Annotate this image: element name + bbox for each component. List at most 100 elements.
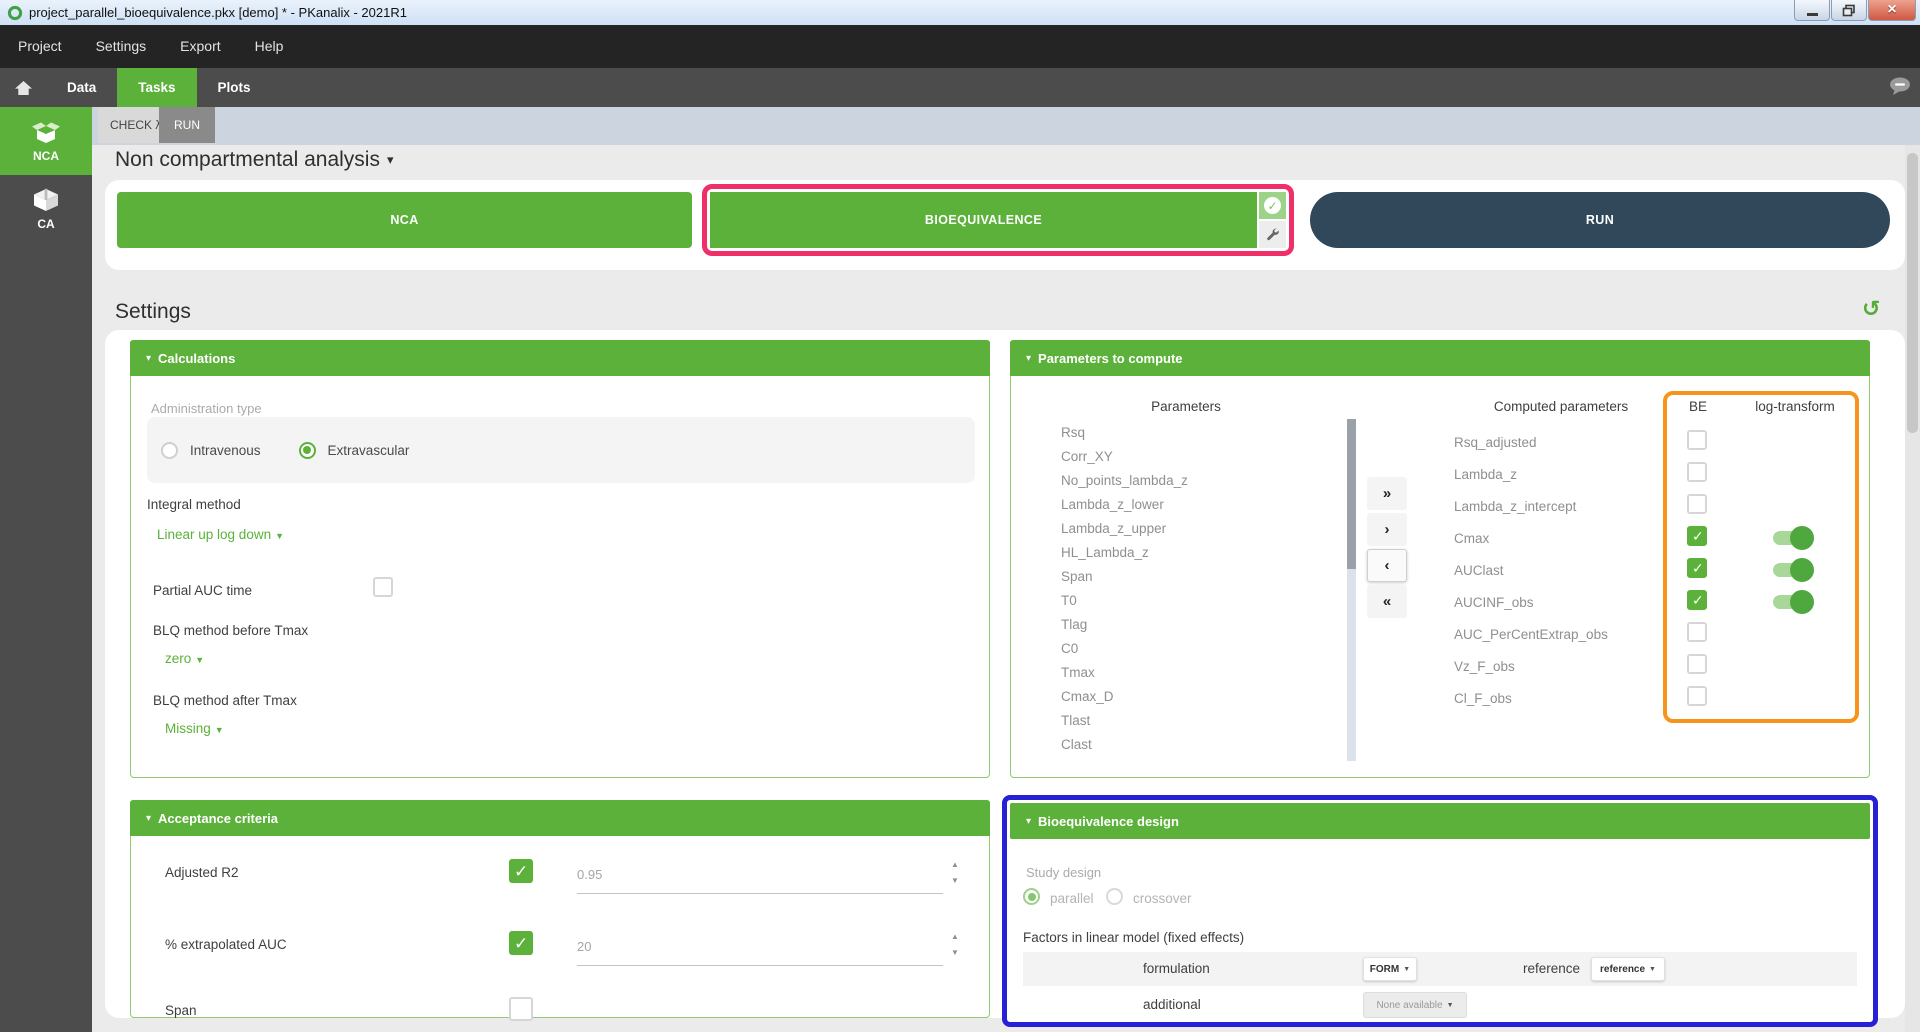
additional-dropdown[interactable]: None available▼ [1363,992,1467,1018]
be-checkbox[interactable] [1687,654,1707,674]
computed-parameter-name[interactable]: Lambda_z_intercept [1454,499,1576,514]
sidebar-item-nca[interactable]: NCA [0,107,92,175]
list-item[interactable]: Lambda_z_lower [1061,493,1188,517]
radio-parallel[interactable] [1023,888,1040,905]
be-checkbox[interactable] [1687,526,1707,546]
reset-settings-icon[interactable]: ↺ [1862,296,1880,322]
list-item[interactable]: Cmax_D [1061,685,1188,709]
page-scrollbar-thumb[interactable] [1907,153,1918,433]
bioequivalence-settings-button[interactable] [1259,221,1286,248]
computed-parameter-name[interactable]: AUClast [1454,563,1504,578]
bioequivalence-task-button[interactable]: BIOEQUIVALENCE [710,192,1257,248]
log-transform-toggle[interactable] [1773,563,1811,577]
subtab-run[interactable]: RUN [159,107,215,143]
adjusted-r2-value-input[interactable]: 0.95 [577,867,602,882]
menu-help[interactable]: Help [238,25,301,68]
chevron-down-icon: ▼ [1403,966,1410,973]
be-checkbox[interactable] [1687,462,1707,482]
be-checkbox[interactable] [1687,686,1707,706]
extrapolated-auc-checkbox[interactable] [509,931,533,955]
parameters-title: Parameters to compute [1038,351,1183,366]
tab-data[interactable]: Data [46,68,117,107]
move-all-left-button[interactable]: « [1367,585,1407,618]
computed-parameter-name[interactable]: AUC_PerCentExtrap_obs [1454,627,1608,642]
list-item[interactable]: Clast [1061,733,1188,757]
tab-tasks[interactable]: Tasks [117,68,196,107]
input-underline [577,893,943,894]
menu-settings[interactable]: Settings [79,25,164,68]
radio-parallel-label[interactable]: parallel [1050,891,1094,906]
adjusted-r2-checkbox[interactable] [509,859,533,883]
reference-dropdown[interactable]: reference▼ [1591,957,1665,981]
partial-auc-checkbox[interactable] [373,577,393,597]
factors-label: Factors in linear model (fixed effects) [1023,930,1244,945]
move-right-button[interactable]: › [1367,513,1407,546]
calculations-panel-header[interactable]: ▾ Calculations [130,340,990,376]
list-item[interactable]: Span [1061,565,1188,589]
extrapolated-auc-value-input[interactable]: 20 [577,939,591,954]
list-item[interactable]: Corr_XY [1061,445,1188,469]
acceptance-panel-header[interactable]: ▾ Acceptance criteria [130,800,990,836]
blq-before-dropdown[interactable]: zero▼ [165,651,204,666]
minimize-button[interactable] [1794,0,1830,21]
radio-crossover[interactable] [1106,888,1123,905]
bioequivalence-enabled-toggle[interactable]: ✓ [1259,192,1286,219]
integral-method-dropdown[interactable]: Linear up log down▼ [157,527,284,542]
list-item[interactable]: Tlast [1061,709,1188,733]
span-checkbox[interactable] [509,997,533,1021]
radio-extravascular[interactable] [299,442,316,459]
computed-parameter-name[interactable]: AUCINF_obs [1454,595,1534,610]
list-item[interactable]: Rsq [1061,421,1188,445]
pkanalix-logo-icon [7,5,23,21]
list-item[interactable]: Tlag [1061,613,1188,637]
list-scrollbar-thumb[interactable] [1347,419,1356,569]
radio-extravascular-label[interactable]: Extravascular [328,443,410,458]
spinner-down-icon[interactable]: ▼ [951,949,959,957]
be-checkbox[interactable] [1687,590,1707,610]
spinner-up-icon[interactable]: ▲ [951,933,959,941]
computed-parameter-name[interactable]: Rsq_adjusted [1454,435,1537,450]
nca-task-button[interactable]: NCA [117,192,692,248]
spinner-down-icon[interactable]: ▼ [951,877,959,885]
be-checkbox[interactable] [1687,558,1707,578]
radio-intravenous-label[interactable]: Intravenous [190,443,261,458]
computed-parameter-name[interactable]: Lambda_z [1454,467,1517,482]
home-button[interactable] [0,68,46,107]
bioequivalence-design-header[interactable]: ▾ Bioequivalence design [1010,803,1870,839]
spinner-up-icon[interactable]: ▲ [951,861,959,869]
chevron-down-icon: ▼ [195,655,204,665]
closed-box-icon [32,188,60,212]
be-checkbox[interactable] [1687,494,1707,514]
close-button[interactable]: × [1868,0,1916,21]
collapse-caret-icon: ▾ [1026,816,1031,827]
computed-parameter-name[interactable]: Vz_F_obs [1454,659,1515,674]
analysis-type-dropdown[interactable]: Non compartmental analysis▾ [115,148,393,172]
radio-intravenous[interactable] [161,442,178,459]
sidebar-item-ca[interactable]: CA [0,175,92,243]
parameters-panel-header[interactable]: ▾ Parameters to compute [1010,340,1870,376]
list-item[interactable]: Lambda_z_upper [1061,517,1188,541]
log-transform-toggle[interactable] [1773,531,1811,545]
log-transform-toggle[interactable] [1773,595,1811,609]
computed-row: Lambda_z_intercept [1441,491,1865,523]
menu-export[interactable]: Export [163,25,237,68]
list-item[interactable]: T0 [1061,589,1188,613]
comment-button[interactable] [1888,76,1912,101]
list-item[interactable]: HL_Lambda_z [1061,541,1188,565]
radio-crossover-label[interactable]: crossover [1133,891,1192,906]
move-left-button[interactable]: ‹ [1367,549,1407,582]
tab-plots[interactable]: Plots [197,68,272,107]
computed-parameter-name[interactable]: Cmax [1454,531,1489,546]
run-task-button[interactable]: RUN [1310,192,1890,248]
list-item[interactable]: No_points_lambda_z [1061,469,1188,493]
be-checkbox[interactable] [1687,622,1707,642]
be-checkbox[interactable] [1687,430,1707,450]
move-all-right-button[interactable]: » [1367,477,1407,510]
restore-button[interactable] [1831,0,1867,21]
blq-after-dropdown[interactable]: Missing▼ [165,721,224,736]
menu-project[interactable]: Project [1,25,79,68]
list-item[interactable]: C0 [1061,637,1188,661]
computed-parameter-name[interactable]: Cl_F_obs [1454,691,1512,706]
formulation-dropdown[interactable]: FORM▼ [1363,957,1417,981]
list-item[interactable]: Tmax [1061,661,1188,685]
